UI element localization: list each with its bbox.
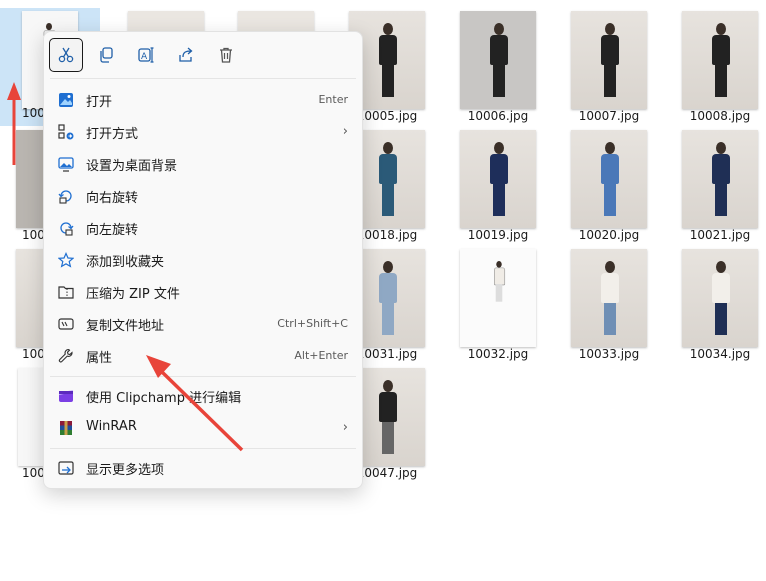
- menu-item-label: 使用 Clipchamp 进行编辑: [86, 391, 242, 406]
- file-tile[interactable]: 10033.jpg: [559, 246, 659, 364]
- cut-button[interactable]: [49, 38, 83, 72]
- rename-button[interactable]: A: [129, 38, 163, 72]
- menu-item-copy-path[interactable]: 复制文件地址 Ctrl+Shift+C: [48, 308, 358, 340]
- file-name: 10032.jpg: [467, 347, 529, 361]
- file-name: 10033.jpg: [578, 347, 640, 361]
- menu-item-rotate-right[interactable]: 向右旋转: [48, 180, 358, 212]
- thumbnail: [571, 130, 647, 228]
- menu-item-label: 向左旋转: [86, 223, 139, 238]
- file-name: 10020.jpg: [578, 228, 640, 242]
- menu-item-label: 添加到收藏夹: [86, 255, 165, 270]
- menu-item-label: 向右旋转: [86, 191, 139, 206]
- file-tile[interactable]: 10006.jpg: [448, 8, 548, 126]
- shortcut-text: Enter: [318, 93, 348, 106]
- menu-item-properties[interactable]: 属性 Alt+Enter: [48, 340, 358, 372]
- copy-path-icon: [58, 318, 74, 330]
- thumbnail: [571, 249, 647, 347]
- thumbnail: [16, 249, 46, 347]
- menu-item-compress-zip[interactable]: 压缩为 ZIP 文件: [48, 276, 358, 308]
- star-icon: [58, 252, 74, 268]
- thumbnail: [682, 130, 758, 228]
- file-tile[interactable]: 10021.jpg: [670, 127, 766, 245]
- menu-item-winrar[interactable]: WinRAR ›: [48, 412, 358, 444]
- menu-item-label: 复制文件地址: [86, 319, 165, 334]
- more-options-icon: [58, 461, 74, 475]
- menu-item-label: 打开方式: [86, 127, 139, 142]
- menu-item-label: 打开: [86, 95, 113, 110]
- thumbnail: [460, 11, 536, 109]
- menu-item-open-with[interactable]: 打开方式 ›: [48, 116, 358, 148]
- quick-action-bar: A: [44, 32, 362, 78]
- svg-text:A: A: [141, 52, 148, 62]
- file-tile[interactable]: 10032.jpg: [448, 246, 548, 364]
- file-tile[interactable]: 10019.jpg: [448, 127, 548, 245]
- photos-icon: [59, 93, 73, 107]
- menu-item-show-more-options[interactable]: 显示更多选项: [48, 452, 358, 484]
- thumbnail: [682, 11, 758, 109]
- separator: [50, 376, 356, 377]
- file-tile[interactable]: 10007.jpg: [559, 8, 659, 126]
- file-name: 10006.jpg: [467, 109, 529, 123]
- wrench-icon: [58, 348, 73, 363]
- file-name: 10008.jpg: [689, 109, 751, 123]
- share-button[interactable]: [169, 38, 203, 72]
- menu-item-add-favorite[interactable]: 添加到收藏夹: [48, 244, 358, 276]
- file-name: 10034.jpg: [689, 347, 751, 361]
- menu-item-edit-clipchamp[interactable]: 使用 Clipchamp 进行编辑: [48, 380, 358, 412]
- menu-item-label: WinRAR: [86, 419, 137, 434]
- context-menu: A 打开 Enter 打开方式 › 设置为桌面背景 向右旋转 向左旋转 添加到收…: [43, 31, 363, 489]
- shortcut-text: Alt+Enter: [294, 349, 348, 362]
- menu-item-set-wallpaper[interactable]: 设置为桌面背景: [48, 148, 358, 180]
- chevron-right-icon: ›: [342, 420, 348, 435]
- rotate-left-icon: [60, 222, 74, 236]
- file-name: 10021.jpg: [689, 228, 751, 242]
- separator: [50, 78, 356, 79]
- menu-item-label: 属性: [86, 351, 113, 366]
- zip-folder-icon: [58, 286, 74, 299]
- thumbnail: [460, 249, 536, 347]
- winrar-icon: [60, 421, 72, 435]
- chevron-right-icon: ›: [342, 124, 348, 139]
- delete-button[interactable]: [209, 38, 243, 72]
- thumbnail: [571, 11, 647, 109]
- separator: [50, 448, 356, 449]
- thumbnail: [682, 249, 758, 347]
- file-tile[interactable]: 10020.jpg: [559, 127, 659, 245]
- file-name: 10019.jpg: [467, 228, 529, 242]
- rotate-right-icon: [58, 190, 72, 204]
- thumbnail: [460, 130, 536, 228]
- menu-item-label: 设置为桌面背景: [86, 159, 178, 174]
- open-with-icon: [58, 124, 74, 140]
- thumbnail: [16, 130, 46, 228]
- share-icon: [179, 47, 193, 62]
- shortcut-text: Ctrl+Shift+C: [277, 317, 348, 330]
- wallpaper-icon: [58, 157, 74, 172]
- file-name: 10007.jpg: [578, 109, 640, 123]
- menu-item-label: 压缩为 ZIP 文件: [86, 287, 180, 302]
- menu-item-label: 显示更多选项: [86, 463, 165, 478]
- copy-button[interactable]: [89, 38, 123, 72]
- copy-icon: [100, 47, 113, 63]
- file-tile[interactable]: 10008.jpg: [670, 8, 766, 126]
- menu-item-open[interactable]: 打开 Enter: [48, 84, 358, 116]
- file-tile[interactable]: 10034.jpg: [670, 246, 766, 364]
- delete-icon: [220, 47, 232, 63]
- clipchamp-icon: [58, 390, 74, 402]
- rename-icon: A: [138, 47, 154, 63]
- cut-icon: [58, 47, 74, 63]
- menu-item-rotate-left[interactable]: 向左旋转: [48, 212, 358, 244]
